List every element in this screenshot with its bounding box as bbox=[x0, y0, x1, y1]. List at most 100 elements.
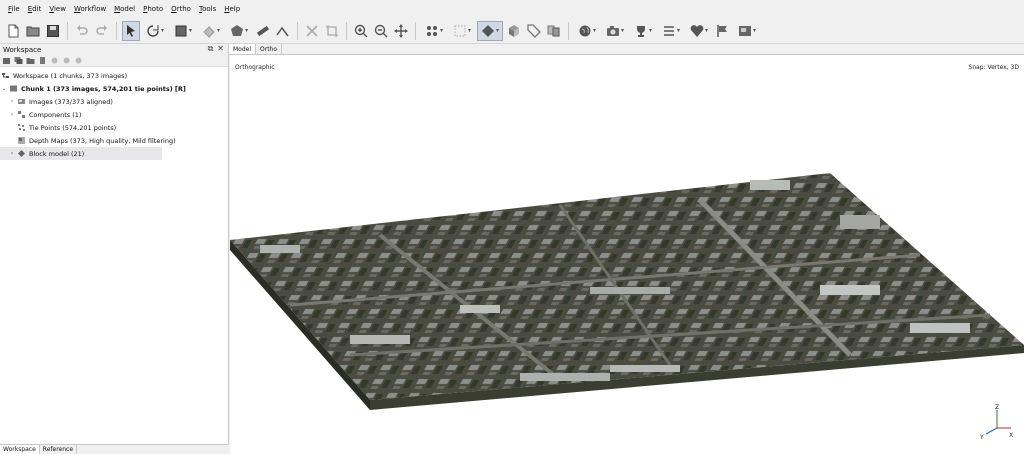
workspace-panel-header: Workspace ⧉ ✕ bbox=[0, 44, 228, 55]
workspace-bottom-tabs: Workspace Reference bbox=[0, 444, 229, 454]
tree-item-components[interactable]: › Components (1) bbox=[0, 108, 228, 121]
menu-view[interactable]: View bbox=[45, 5, 70, 13]
tree-item-label: Block model (21) bbox=[29, 149, 85, 158]
menu-ortho[interactable]: Ortho bbox=[167, 5, 195, 13]
menu-workflow[interactable]: Workflow bbox=[70, 5, 110, 13]
save-icon[interactable] bbox=[44, 21, 62, 41]
new-icon[interactable] bbox=[4, 21, 22, 41]
camera-icon[interactable] bbox=[602, 21, 628, 41]
tree-item-block-model[interactable]: › Block model (21) bbox=[0, 147, 162, 160]
tab-workspace[interactable]: Workspace bbox=[0, 445, 40, 454]
add-chunk-icon[interactable] bbox=[2, 56, 11, 65]
building bbox=[260, 245, 300, 253]
city-block-model[interactable] bbox=[230, 55, 1024, 454]
shapes-icon[interactable] bbox=[686, 21, 712, 41]
toolbar-separator bbox=[568, 21, 569, 40]
toolbar-separator bbox=[346, 21, 347, 40]
view-tabs: Model Ortho bbox=[229, 44, 1024, 55]
building bbox=[590, 287, 670, 294]
model-view-icon[interactable] bbox=[477, 20, 503, 41]
tree-item-label: Workspace (1 chunks, 373 images) bbox=[13, 71, 128, 80]
polygon-icon[interactable] bbox=[226, 21, 252, 41]
menu-tools[interactable]: Tools bbox=[195, 5, 220, 13]
fill-icon[interactable] bbox=[198, 21, 224, 41]
add-photos-icon[interactable] bbox=[14, 56, 23, 65]
tab-ortho[interactable]: Ortho bbox=[256, 44, 283, 54]
toolbar-separator bbox=[67, 21, 68, 40]
workspace-panel-title: Workspace bbox=[3, 45, 42, 54]
move-icon[interactable] bbox=[392, 21, 410, 41]
building bbox=[520, 373, 610, 381]
tab-reference[interactable]: Reference bbox=[40, 445, 78, 454]
menu-help[interactable]: Help bbox=[220, 5, 244, 13]
menu-model[interactable]: Model bbox=[110, 5, 139, 13]
y-axis-line bbox=[985, 427, 998, 435]
tie-points-icon bbox=[16, 123, 26, 133]
points-icon[interactable] bbox=[421, 21, 447, 41]
building bbox=[840, 215, 880, 229]
toolbar-separator bbox=[415, 21, 416, 40]
depth-maps-icon bbox=[16, 136, 26, 146]
tab-model[interactable]: Model bbox=[229, 44, 257, 54]
menu-icon[interactable] bbox=[658, 21, 684, 41]
tree-item-tie-points[interactable]: Tie Points (574,201 points) bbox=[0, 121, 228, 134]
building bbox=[460, 305, 500, 313]
flags-icon[interactable] bbox=[714, 21, 732, 41]
images-icon bbox=[16, 97, 26, 107]
toolbar-separator bbox=[297, 21, 298, 40]
image-icon[interactable] bbox=[734, 21, 760, 41]
undo-icon[interactable] bbox=[73, 21, 91, 41]
enable-icon[interactable] bbox=[50, 56, 59, 65]
draw-polyline-icon[interactable] bbox=[274, 21, 292, 41]
tree-item-label: Depth Maps (373, High quality, Mild filt… bbox=[29, 136, 176, 145]
redo-icon[interactable] bbox=[93, 21, 111, 41]
building bbox=[350, 335, 410, 344]
grid-points-icon[interactable] bbox=[449, 21, 475, 41]
chunk-icon bbox=[8, 84, 18, 94]
x-axis-label: X bbox=[1009, 432, 1013, 439]
zoom-in-icon[interactable] bbox=[352, 21, 370, 41]
toolbar-separator bbox=[116, 21, 117, 40]
axis-gizmo: Z X Y bbox=[980, 404, 1013, 440]
model-viewport[interactable]: Orthographic Snap: Vertex, 3D Z X Y bbox=[230, 55, 1024, 454]
menu-edit[interactable]: Edit bbox=[24, 5, 46, 13]
float-panel-icon[interactable]: ⧉ bbox=[208, 44, 214, 54]
crop-icon[interactable] bbox=[323, 21, 341, 41]
navigation-icon[interactable] bbox=[122, 20, 140, 41]
tree-item-workspace[interactable]: Workspace (1 chunks, 373 images) bbox=[0, 69, 228, 82]
tree-item-chunk[interactable]: ⌄ Chunk 1 (373 images, 574,201 tie point… bbox=[0, 82, 228, 95]
zoom-out-icon[interactable] bbox=[372, 21, 390, 41]
remove-items-icon[interactable] bbox=[38, 56, 47, 65]
add-folder-icon[interactable] bbox=[26, 56, 35, 65]
menu-photo[interactable]: Photo bbox=[139, 5, 167, 13]
components-icon bbox=[16, 110, 26, 120]
ruler-icon[interactable] bbox=[254, 21, 272, 41]
menu-bar: File Edit View Workflow Model Photo Orth… bbox=[0, 0, 1024, 18]
tree-item-depth-maps[interactable]: Depth Maps (373, High quality, Mild filt… bbox=[0, 134, 228, 147]
texture-icon[interactable] bbox=[505, 21, 523, 41]
close-icon[interactable]: ✕ bbox=[217, 44, 224, 54]
expand-arrow-icon[interactable]: › bbox=[8, 98, 16, 105]
workspace-icon bbox=[0, 71, 10, 81]
rectangle-selection-icon[interactable] bbox=[170, 21, 196, 41]
collapse-arrow-icon[interactable]: ⌄ bbox=[0, 85, 8, 92]
building bbox=[750, 180, 790, 190]
tree-item-label: Images (373/373 aligned) bbox=[29, 97, 113, 106]
tree-item-images[interactable]: › Images (373/373 aligned) bbox=[0, 95, 228, 108]
settings-icon[interactable] bbox=[74, 56, 83, 65]
z-axis-label: Z bbox=[995, 404, 999, 411]
menu-file[interactable]: File bbox=[4, 5, 24, 13]
trophy-icon[interactable] bbox=[630, 21, 656, 41]
delete-icon[interactable] bbox=[303, 21, 321, 41]
tag-icon[interactable] bbox=[525, 21, 543, 41]
disable-icon[interactable] bbox=[62, 56, 71, 65]
workspace-panel: Workspace ⧉ ✕ Workspace (1 chunks, 373 i… bbox=[0, 44, 229, 454]
building bbox=[820, 285, 880, 295]
expand-arrow-icon[interactable]: › bbox=[8, 111, 16, 118]
rotate-icon[interactable] bbox=[142, 21, 168, 41]
globe-icon[interactable] bbox=[574, 21, 600, 41]
expand-arrow-icon[interactable]: › bbox=[8, 150, 16, 157]
open-icon[interactable] bbox=[24, 21, 42, 41]
tree-item-label: Chunk 1 (373 images, 574,201 tie points)… bbox=[21, 84, 186, 93]
compare-icon[interactable] bbox=[545, 21, 563, 41]
